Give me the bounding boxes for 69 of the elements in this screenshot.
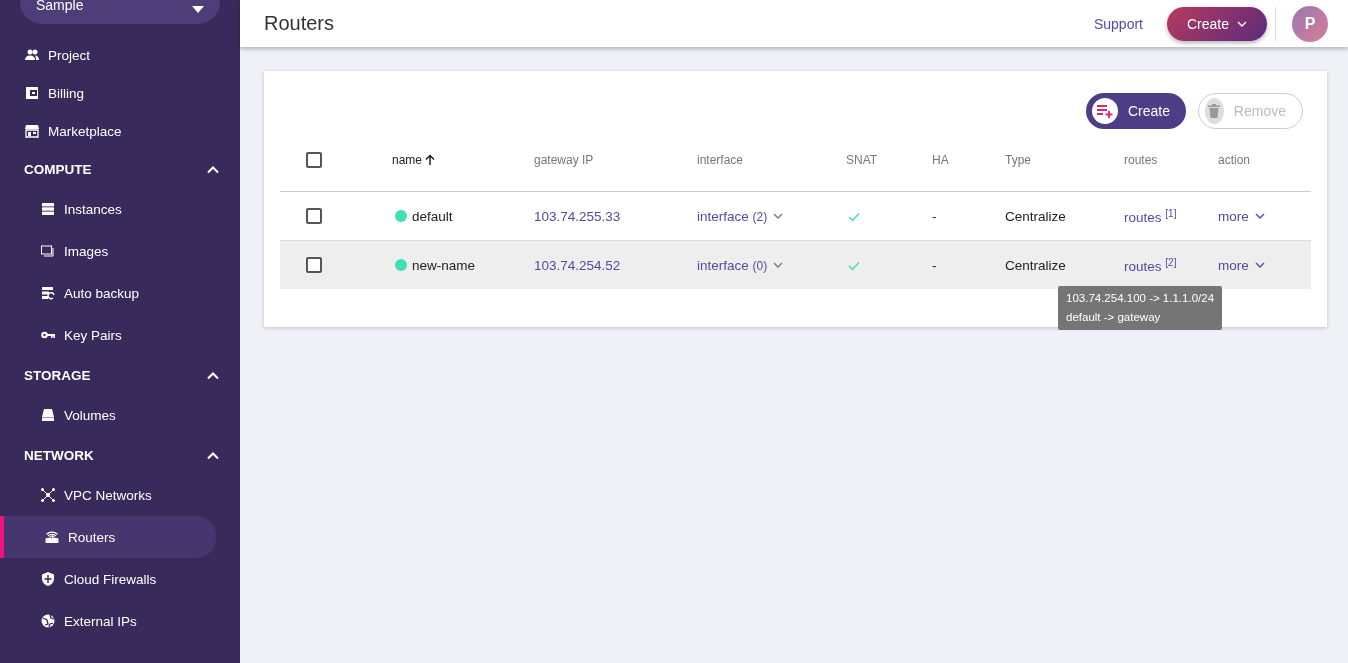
chevron-icon[interactable] — [206, 370, 220, 380]
section-header: NETWORK — [24, 447, 94, 463]
router-name: default — [412, 208, 453, 224]
sidebar-item-icon — [40, 613, 56, 629]
router-name: new-name — [412, 257, 476, 273]
sidebar-item-icon — [44, 529, 60, 545]
ha-value: - — [932, 257, 937, 273]
create-button[interactable]: Create — [1085, 93, 1186, 129]
more-menu[interactable]: more — [1218, 208, 1249, 224]
sidebar-item[interactable]: Key Pairs — [0, 314, 216, 356]
chevron-down-icon — [1237, 20, 1247, 27]
project-select[interactable]: Sample — [20, 0, 220, 24]
sidebar-item[interactable]: Marketplace — [0, 112, 240, 150]
sidebar-item[interactable]: Cloud Firewalls — [0, 558, 216, 600]
more-menu[interactable]: more — [1218, 257, 1249, 273]
column-header[interactable]: name — [392, 153, 534, 167]
trash-icon — [1208, 104, 1221, 118]
sidebar-item[interactable]: Routers — [0, 516, 216, 558]
sidebar-item-icon — [24, 123, 40, 139]
sidebar-item[interactable]: Images — [0, 230, 216, 272]
column-header[interactable]: HA — [932, 153, 1005, 167]
sidebar-item-icon — [24, 47, 40, 63]
sidebar-item[interactable]: Instances — [0, 188, 216, 230]
chevron-down-icon — [1254, 213, 1265, 219]
routes-tooltip: 103.74.254.100 -> 1.1.1.0/24 default -> gateway — [1058, 286, 1223, 331]
sidebar-item[interactable]: External IPs — [0, 600, 216, 642]
sidebar-item-icon — [40, 571, 56, 587]
routes-link[interactable]: routes $^{[2]}$ — [1124, 258, 1177, 274]
sidebar-item[interactable]: Project — [0, 36, 240, 74]
chevron-icon[interactable] — [206, 164, 220, 174]
sidebar-item-icon — [40, 487, 56, 503]
chevron-icon[interactable] — [206, 450, 220, 460]
sort-arrow-icon — [424, 154, 437, 166]
chevron-down-icon — [773, 213, 784, 219]
column-header[interactable]: gateway IP — [534, 153, 697, 167]
sidebar-item[interactable]: Volumes — [0, 394, 216, 436]
sidebar-item-icon — [40, 243, 56, 259]
row-checkbox[interactable] — [306, 256, 322, 273]
row-checkbox[interactable] — [306, 207, 322, 224]
column-header[interactable]: Type — [1005, 153, 1124, 167]
chevron-down-icon — [1254, 262, 1265, 268]
router-type: Centralize — [1005, 257, 1066, 273]
sidebar-item[interactable]: Auto backup — [0, 272, 216, 314]
support-link[interactable]: Support — [1093, 15, 1143, 32]
sidebar-item-icon — [40, 407, 56, 423]
sidebar-item-icon — [40, 201, 56, 217]
list-add-icon — [1095, 104, 1114, 118]
sidebar-item[interactable]: Billing — [0, 74, 240, 112]
gateway-ip-link[interactable]: 103.74.254.52 — [534, 257, 621, 273]
page-title: Routers — [264, 12, 336, 35]
sidebar-item[interactable]: VPC Networks — [0, 474, 216, 516]
routes-link[interactable]: routes $^{[1]}$ — [1124, 209, 1177, 225]
interface-link[interactable]: interface (2) — [697, 208, 768, 224]
column-header[interactable]: interface — [697, 153, 846, 167]
section-header: STORAGE — [24, 367, 91, 383]
sidebar-item-icon — [24, 85, 40, 101]
section-header: COMPUTE — [24, 161, 92, 177]
sidebar-item-icon — [40, 285, 56, 301]
interface-link[interactable]: interface (0) — [697, 257, 768, 273]
ha-value: - — [932, 208, 937, 224]
column-header[interactable]: routes — [1124, 153, 1218, 167]
select-all-checkbox[interactable] — [306, 151, 322, 168]
chevron-down-icon — [773, 262, 784, 268]
column-header[interactable]: SNAT — [846, 153, 932, 167]
column-header[interactable]: action — [1218, 153, 1311, 167]
create-menu-button[interactable]: Create — [1167, 6, 1267, 41]
caret-icon — [192, 6, 204, 13]
gateway-ip-link[interactable]: 103.74.255.33 — [534, 208, 621, 224]
router-type: Centralize — [1005, 208, 1066, 224]
